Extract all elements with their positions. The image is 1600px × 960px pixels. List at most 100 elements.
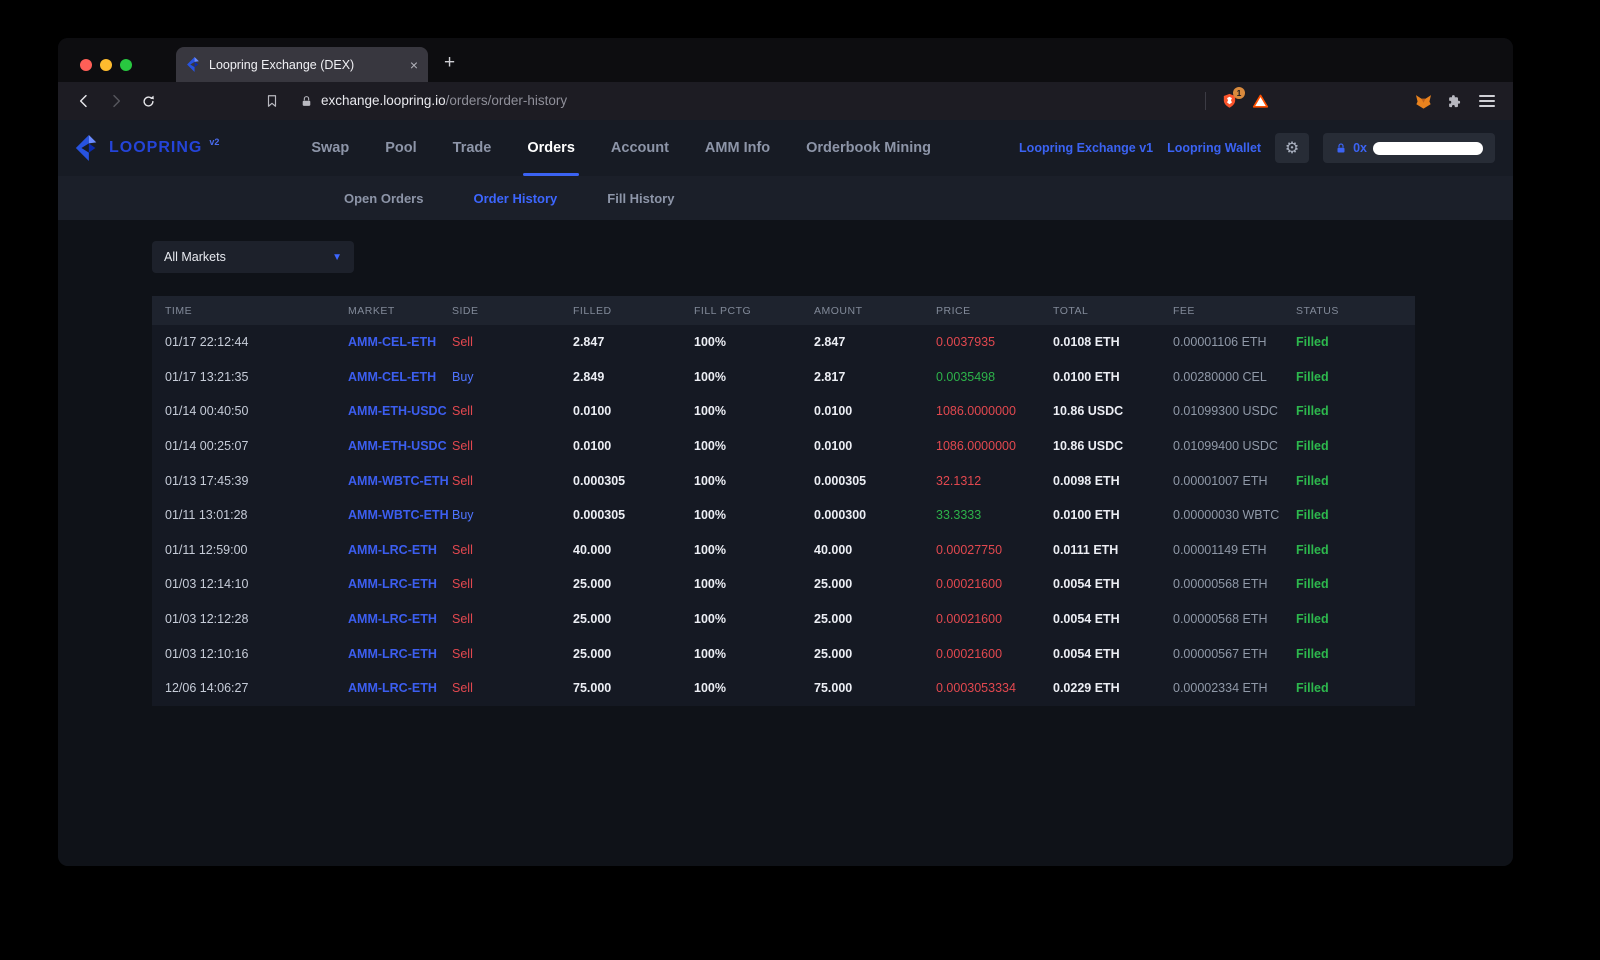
app-header: LOOPRING v2 Swap Pool Trade Orders Account AM… (58, 120, 1513, 176)
amount: 25.000 (814, 577, 936, 591)
table-row: 01/14 00:25:07AMM-ETH-USDCSell0.0100100%… (152, 429, 1415, 464)
address-bar[interactable]: exchange.loopring.io/orders/order-histor… (290, 87, 1195, 115)
market-link[interactable]: AMM-LRC-ETH (348, 577, 452, 591)
browser-window: Loopring Exchange (DEX) × + exchange.loo… (58, 38, 1513, 866)
nav-item-orderbook-mining[interactable]: Orderbook Mining (806, 120, 931, 176)
total: 0.0054 ETH (1053, 612, 1173, 626)
nav-item-amm-info[interactable]: AMM Info (705, 120, 770, 176)
price: 0.00027750 (936, 543, 1053, 557)
subnav-item-open-orders[interactable]: Open Orders (344, 191, 423, 206)
nav-item-trade[interactable]: Trade (453, 120, 492, 176)
total: 0.0111 ETH (1053, 543, 1173, 557)
table-row: 01/03 12:14:10AMM-LRC-ETHSell25.000100%2… (152, 567, 1415, 602)
link-loopring-wallet[interactable]: Loopring Wallet (1167, 141, 1261, 155)
total: 0.0098 ETH (1053, 474, 1173, 488)
nav-item-orders[interactable]: Orders (527, 120, 575, 176)
traffic-lights (58, 59, 154, 82)
browser-tab[interactable]: Loopring Exchange (DEX) × (176, 47, 428, 82)
side: Sell (452, 404, 573, 418)
new-tab-button[interactable]: + (444, 52, 455, 74)
fill-pctg: 100% (694, 508, 814, 522)
market-link[interactable]: AMM-WBTC-ETH (348, 508, 452, 522)
filled: 25.000 (573, 647, 694, 661)
filled: 25.000 (573, 577, 694, 591)
bookmark-icon[interactable] (258, 87, 286, 115)
market-filter-dropdown[interactable]: All Markets ▼ (152, 241, 354, 273)
price: 0.00021600 (936, 647, 1053, 661)
toolbar-separator (1205, 92, 1206, 110)
table-row: 01/17 22:12:44AMM-CEL-ETHSell2.847100%2.… (152, 325, 1415, 360)
amount: 0.0100 (814, 439, 936, 453)
settings-gear-button[interactable]: ⚙ (1275, 133, 1309, 163)
fill-pctg: 100% (694, 543, 814, 557)
side: Sell (452, 612, 573, 626)
forward-button[interactable] (102, 87, 130, 115)
metamask-icon[interactable] (1409, 87, 1437, 115)
side: Buy (452, 508, 573, 522)
fill-pctg: 100% (694, 439, 814, 453)
nav-item-account[interactable]: Account (611, 120, 669, 176)
total: 10.86 USDC (1053, 439, 1173, 453)
amount: 0.0100 (814, 404, 936, 418)
market-link[interactable]: AMM-ETH-USDC (348, 404, 452, 418)
amount: 0.000300 (814, 508, 936, 522)
shield-badge: 1 (1233, 87, 1245, 99)
status: Filled (1296, 370, 1415, 384)
filled: 40.000 (573, 543, 694, 557)
col-fee: FEE (1173, 305, 1296, 317)
table-row: 01/11 13:01:28AMM-WBTC-ETHBuy0.000305100… (152, 498, 1415, 533)
subnav-item-order-history[interactable]: Order History (473, 191, 557, 206)
side: Sell (452, 577, 573, 591)
nav-item-pool[interactable]: Pool (385, 120, 416, 176)
market-link[interactable]: AMM-CEL-ETH (348, 335, 452, 349)
filled: 0.0100 (573, 439, 694, 453)
close-tab-icon[interactable]: × (410, 57, 418, 73)
market-link[interactable]: AMM-LRC-ETH (348, 543, 452, 557)
url-host-text: exchange.loopring.io (321, 93, 446, 108)
market-link[interactable]: AMM-WBTC-ETH (348, 474, 452, 488)
fee: 0.00001106 ETH (1173, 335, 1296, 349)
fee: 0.00002334 ETH (1173, 681, 1296, 695)
zoom-window-button[interactable] (120, 59, 132, 71)
wallet-address-prefix: 0x (1353, 141, 1367, 155)
market-link[interactable]: AMM-CEL-ETH (348, 370, 452, 384)
browser-toolbar: exchange.loopring.io/orders/order-histor… (58, 82, 1513, 120)
wallet-address-button[interactable]: 0x (1323, 133, 1495, 163)
market-link[interactable]: AMM-LRC-ETH (348, 647, 452, 661)
bat-extension-icon[interactable] (1246, 87, 1274, 115)
status: Filled (1296, 404, 1415, 418)
price: 0.0035498 (936, 370, 1053, 384)
logo-version: v2 (209, 137, 219, 147)
subnav-item-fill-history[interactable]: Fill History (607, 191, 674, 206)
https-lock-icon (300, 95, 313, 108)
back-button[interactable] (70, 87, 98, 115)
main-nav: Swap Pool Trade Orders Account AMM Info Orderb… (311, 120, 931, 176)
extensions-puzzle-icon[interactable] (1441, 87, 1469, 115)
loopring-logo[interactable]: LOOPRING v2 (72, 135, 219, 161)
minimize-window-button[interactable] (100, 59, 112, 71)
fill-pctg: 100% (694, 681, 814, 695)
table-row: 01/14 00:40:50AMM-ETH-USDCSell0.0100100%… (152, 394, 1415, 429)
brave-shield-icon[interactable]: 1 (1216, 88, 1242, 114)
market-link[interactable]: AMM-ETH-USDC (348, 439, 452, 453)
link-loopring-exchange-v1[interactable]: Loopring Exchange v1 (1019, 141, 1153, 155)
table-body: 01/17 22:12:44AMM-CEL-ETHSell2.847100%2.… (152, 325, 1415, 706)
total: 0.0054 ETH (1053, 647, 1173, 661)
nav-item-swap[interactable]: Swap (311, 120, 349, 176)
price: 0.0003053334 (936, 681, 1053, 695)
market-link[interactable]: AMM-LRC-ETH (348, 681, 452, 695)
price: 0.0037935 (936, 335, 1053, 349)
time: 01/13 17:45:39 (165, 474, 348, 488)
menu-hamburger-icon[interactable] (1473, 87, 1501, 115)
fee: 0.00000567 ETH (1173, 647, 1296, 661)
amount: 2.847 (814, 335, 936, 349)
fee: 0.00001149 ETH (1173, 543, 1296, 557)
amount: 40.000 (814, 543, 936, 557)
total: 0.0229 ETH (1053, 681, 1173, 695)
loopring-app: LOOPRING v2 Swap Pool Trade Orders Account AM… (58, 120, 1513, 866)
reload-button[interactable] (134, 87, 162, 115)
status: Filled (1296, 335, 1415, 349)
close-window-button[interactable] (80, 59, 92, 71)
price: 1086.0000000 (936, 404, 1053, 418)
market-link[interactable]: AMM-LRC-ETH (348, 612, 452, 626)
